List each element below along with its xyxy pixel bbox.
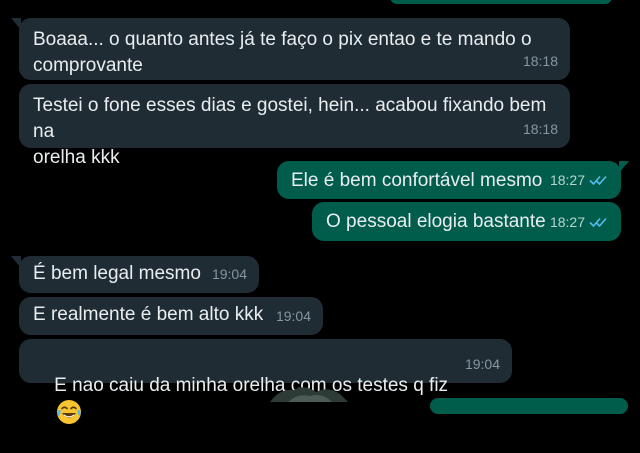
outgoing-message[interactable]: Ele é bem confortável mesmo 18:27 [277, 161, 629, 199]
double-check-read-icon [589, 217, 607, 228]
incoming-message[interactable]: Testei o fone esses dias e gostei, hein.… [19, 84, 570, 168]
message-text: Ele é bem confortável mesmo [291, 170, 543, 191]
message-text: Testei o fone esses dias e gostei, hein.… [33, 95, 547, 168]
message-text: O pessoal elogia bastante [326, 211, 546, 232]
previous-outgoing-message-edge [390, 0, 612, 4]
incoming-message[interactable]: É bem legal mesmo 19:04 [11, 256, 259, 293]
message-text: Boaaa... o quanto antes já te faço o pix… [33, 29, 532, 76]
message-time: 19:04 [211, 266, 247, 282]
message-time: 18:27 [549, 214, 585, 230]
message-time: 18:27 [549, 172, 585, 188]
incoming-message[interactable]: E nao caiu da minha orelha com os testes… [19, 339, 512, 424]
sticker-image[interactable] [270, 384, 348, 402]
tears-of-joy-emoji-icon [57, 400, 82, 424]
double-check-read-icon [589, 175, 607, 186]
message-text: E realmente é bem alto kkk [33, 304, 264, 325]
incoming-message[interactable]: Boaaa... o quanto antes já te faço o pix… [11, 18, 570, 80]
incoming-message[interactable]: E realmente é bem alto kkk 19:04 [19, 297, 323, 335]
message-time: 18:18 [522, 53, 558, 69]
message-text: E nao caiu da minha orelha com os testes… [54, 375, 449, 396]
message-text: É bem legal mesmo [33, 263, 201, 284]
next-outgoing-message-edge [430, 398, 628, 414]
outgoing-message[interactable]: O pessoal elogia bastante 18:27 [312, 202, 621, 241]
message-time: 19:04 [275, 308, 311, 324]
message-time: 19:04 [464, 356, 500, 372]
message-time: 18:18 [522, 121, 558, 137]
